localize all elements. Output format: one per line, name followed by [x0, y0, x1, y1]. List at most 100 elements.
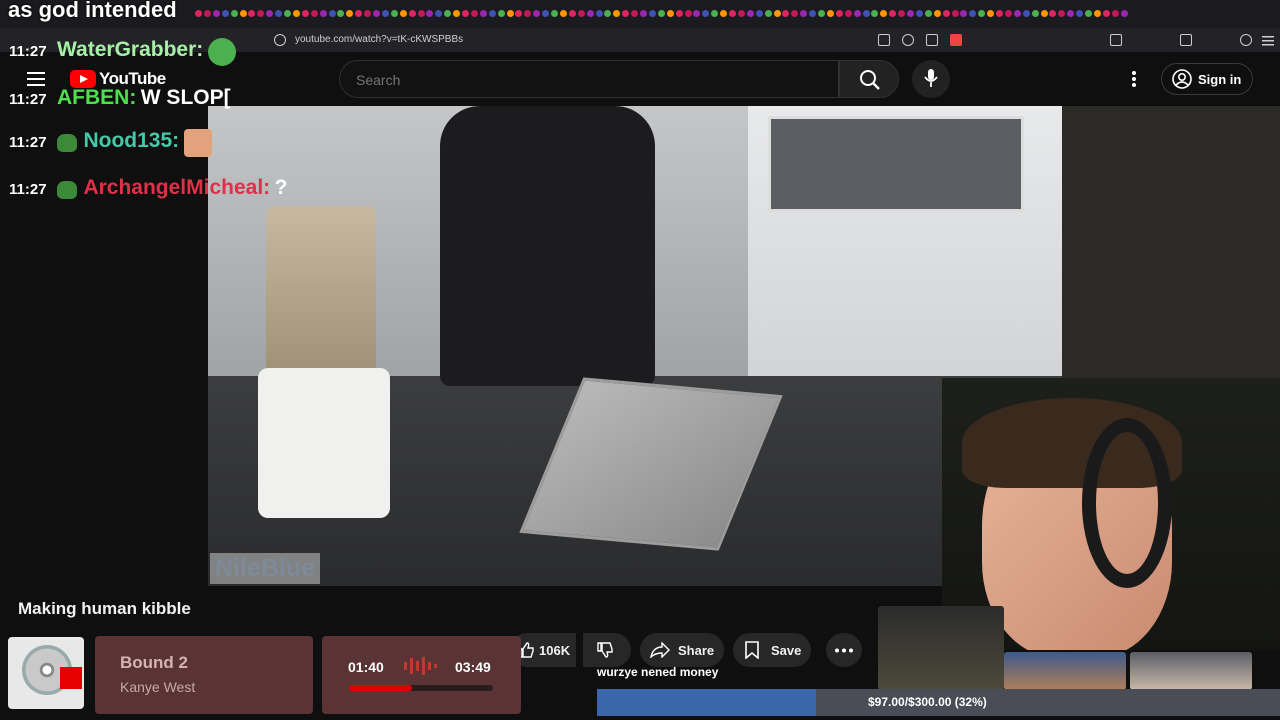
browser-tab[interactable] — [898, 10, 906, 17]
more-options-icon[interactable] — [1130, 70, 1138, 93]
browser-tab[interactable] — [417, 10, 425, 17]
browser-tab[interactable] — [1049, 10, 1057, 17]
browser-tab[interactable] — [470, 10, 478, 17]
browser-tab[interactable] — [1022, 10, 1030, 17]
browser-tab[interactable] — [568, 10, 576, 17]
browser-tab[interactable] — [862, 10, 870, 17]
browser-tab[interactable] — [497, 10, 505, 17]
browser-tab[interactable] — [1093, 10, 1101, 17]
browser-tab[interactable] — [533, 10, 541, 17]
browser-tab[interactable] — [1058, 10, 1066, 17]
extensions-icon[interactable] — [1110, 34, 1122, 46]
menu-icon[interactable] — [1262, 34, 1274, 46]
dislike-button[interactable] — [583, 633, 631, 667]
browser-tab[interactable] — [444, 10, 452, 17]
browser-tab[interactable] — [399, 10, 407, 17]
browser-tab[interactable] — [257, 10, 265, 17]
browser-tab[interactable] — [746, 10, 754, 17]
browser-tab[interactable] — [800, 10, 808, 17]
browser-tab[interactable] — [960, 10, 968, 17]
browser-tab[interactable] — [346, 10, 354, 17]
browser-tab[interactable] — [729, 10, 736, 17]
browser-tab[interactable] — [337, 10, 345, 17]
browser-tab[interactable] — [880, 10, 888, 17]
browser-tab[interactable] — [853, 10, 861, 17]
browser-tab[interactable] — [604, 10, 612, 17]
browser-tab[interactable] — [319, 10, 327, 17]
browser-tab[interactable] — [693, 10, 701, 17]
search-button[interactable] — [839, 60, 899, 98]
share-page-icon[interactable] — [926, 34, 938, 46]
browser-tab[interactable] — [924, 10, 932, 17]
browser-tab[interactable] — [782, 10, 790, 17]
voice-search-button[interactable] — [912, 60, 950, 98]
browser-tab[interactable] — [506, 10, 514, 17]
recommended-thumbnail[interactable] — [1130, 652, 1252, 690]
browser-tab[interactable] — [640, 10, 647, 17]
browser-tab[interactable] — [230, 10, 238, 17]
browser-tab[interactable] — [613, 10, 621, 17]
browser-tab[interactable] — [835, 10, 843, 17]
shield-icon[interactable] — [1240, 34, 1252, 46]
share-button[interactable]: Share — [640, 633, 724, 667]
browser-tab[interactable] — [657, 10, 665, 17]
site-info-icon[interactable] — [274, 34, 286, 46]
browser-tab[interactable] — [462, 10, 469, 17]
browser-tab[interactable] — [622, 10, 630, 17]
browser-tab[interactable] — [1013, 10, 1021, 17]
browser-tab[interactable] — [551, 10, 558, 17]
browser-tab[interactable] — [239, 10, 247, 17]
browser-tab[interactable] — [221, 10, 229, 17]
browser-tab[interactable] — [524, 10, 532, 17]
browser-tab[interactable] — [373, 10, 380, 17]
search-box[interactable] — [339, 60, 839, 98]
browser-tab[interactable] — [577, 10, 585, 17]
browser-tab[interactable] — [195, 10, 202, 17]
browser-tab[interactable] — [381, 10, 389, 17]
browser-tab[interactable] — [1031, 10, 1039, 17]
browser-tab[interactable] — [987, 10, 995, 17]
browser-tab[interactable] — [907, 10, 914, 17]
sign-in-button[interactable]: Sign in — [1161, 63, 1253, 95]
browser-tab[interactable] — [711, 10, 719, 17]
video-player[interactable]: NileBlue — [208, 106, 1062, 586]
browser-tab[interactable] — [301, 10, 309, 17]
browser-tab[interactable] — [773, 10, 781, 17]
zoom-icon[interactable] — [902, 34, 914, 46]
browser-tab[interactable] — [889, 10, 897, 17]
browser-tab[interactable] — [426, 10, 434, 17]
browser-tab[interactable] — [203, 10, 211, 17]
browser-tab[interactable] — [248, 10, 256, 17]
browser-tab[interactable] — [586, 10, 594, 17]
extension-icon[interactable] — [950, 34, 962, 46]
browser-tab[interactable] — [542, 10, 550, 17]
recommended-thumbnail[interactable] — [1004, 652, 1126, 690]
browser-tab[interactable] — [1076, 10, 1084, 17]
browser-tab[interactable] — [408, 10, 416, 17]
browser-tab[interactable] — [684, 10, 692, 17]
more-actions-button[interactable] — [826, 633, 862, 667]
screen-icon[interactable] — [878, 34, 890, 46]
url-text[interactable]: youtube.com/watch?v=tK-cKWSPBBs — [295, 34, 463, 45]
browser-tab[interactable] — [355, 10, 363, 17]
browser-tab[interactable] — [1120, 10, 1128, 17]
browser-tab[interactable] — [871, 10, 879, 17]
browser-tab[interactable] — [275, 10, 283, 17]
browser-tab[interactable] — [515, 10, 523, 17]
browser-tab[interactable] — [1004, 10, 1012, 17]
sidebar-icon[interactable] — [1180, 34, 1192, 46]
browser-tab[interactable] — [435, 10, 443, 17]
browser-tab[interactable] — [488, 10, 496, 17]
browser-tab[interactable] — [942, 10, 950, 17]
browser-tab[interactable] — [479, 10, 487, 17]
browser-tab[interactable] — [666, 10, 674, 17]
browser-tab[interactable] — [791, 10, 799, 17]
recommended-thumbnail[interactable] — [878, 606, 1004, 690]
browser-tab[interactable] — [292, 10, 300, 17]
browser-tab[interactable] — [648, 10, 656, 17]
browser-tab[interactable] — [310, 10, 318, 17]
browser-tab[interactable] — [328, 10, 336, 17]
browser-tab[interactable] — [764, 10, 772, 17]
browser-tab[interactable] — [631, 10, 639, 17]
browser-tab[interactable] — [453, 10, 461, 17]
